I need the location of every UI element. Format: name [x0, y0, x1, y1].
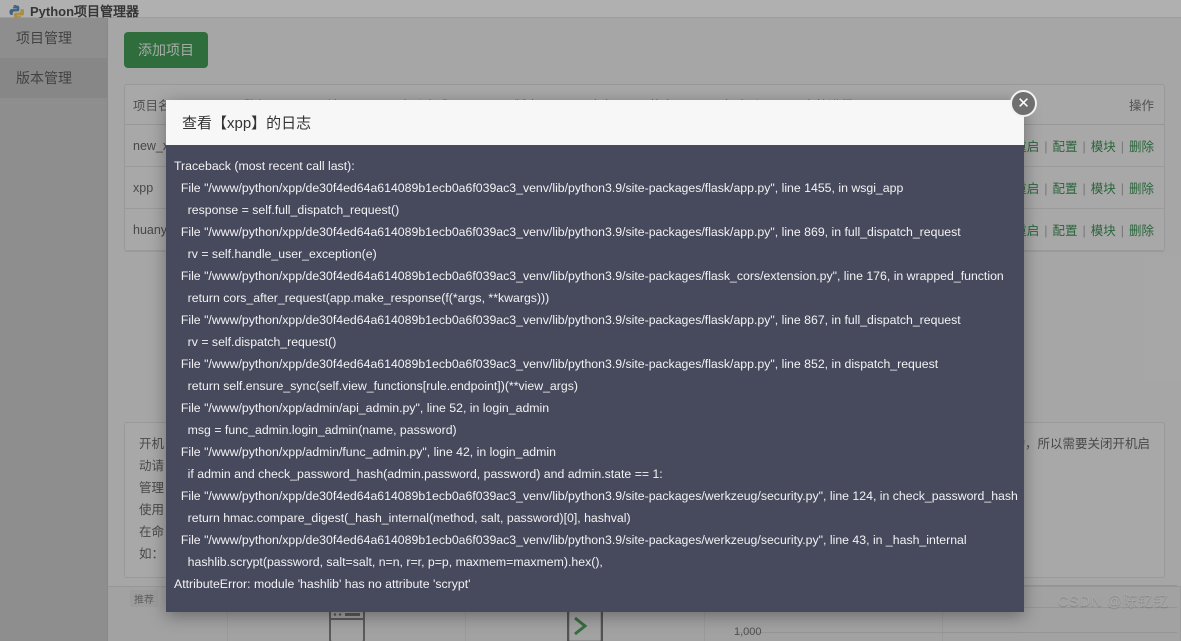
- close-icon[interactable]: ✕: [1010, 90, 1037, 117]
- modal-title: 查看【xpp】的日志: [182, 115, 312, 132]
- app-window: Python项目管理器 项目管理 版本管理 添加项目 项目名 操作 new_xp…: [0, 0, 1181, 641]
- log-output: Traceback (most recent call last): File …: [174, 159, 1018, 591]
- modal-header: 查看【xpp】的日志: [166, 100, 1024, 145]
- log-modal: 查看【xpp】的日志 Traceback (most recent call l…: [166, 100, 1024, 612]
- modal-body[interactable]: Traceback (most recent call last): File …: [166, 145, 1024, 612]
